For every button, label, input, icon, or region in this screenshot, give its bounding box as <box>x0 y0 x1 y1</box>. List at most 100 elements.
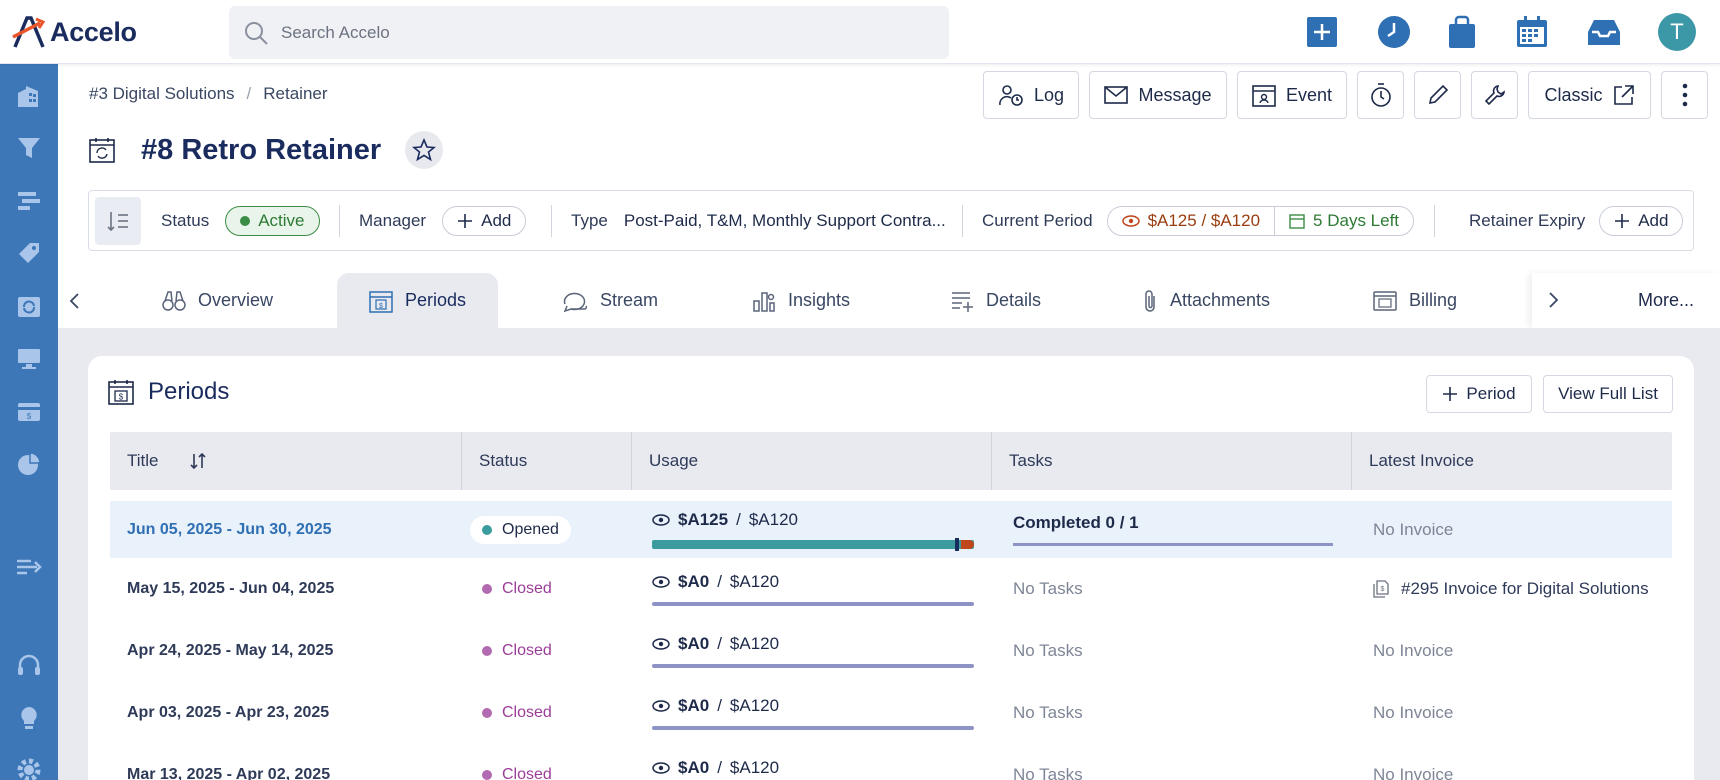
briefcase-icon[interactable] <box>1444 14 1480 50</box>
period-status: Opened <box>470 501 571 558</box>
timer-button[interactable] <box>1357 71 1404 119</box>
usage-limit-marker <box>955 538 959 551</box>
table-row[interactable]: Mar 13, 2025 - Apr 02, 2025 Closed $A0 /… <box>110 744 1672 780</box>
table-row[interactable]: May 15, 2025 - Jun 04, 2025 Closed $A0 /… <box>110 558 1672 620</box>
header-title[interactable]: Title <box>110 432 461 490</box>
add-period-button[interactable]: Period <box>1426 375 1532 413</box>
header-tasks-label: Tasks <box>1009 451 1053 470</box>
status-active-badge[interactable]: Active <box>225 205 320 236</box>
retainer-summary-strip: Status Active Manager Add Type Post-Paid… <box>88 190 1694 251</box>
search-bar[interactable] <box>229 6 949 59</box>
sidebar-sales-funnel-icon[interactable] <box>13 132 45 164</box>
tab-stream[interactable]: Stream <box>562 273 658 328</box>
tab-scroll-left[interactable] <box>68 273 80 328</box>
latest-invoice[interactable]: $ #295 Invoice for Digital Solutions <box>1373 558 1649 620</box>
event-calendar-icon <box>1252 85 1276 107</box>
sidebar-expand-icon[interactable] <box>13 551 45 583</box>
classic-view-button[interactable]: Classic <box>1528 71 1651 119</box>
sidebar-support-icon[interactable] <box>13 650 45 682</box>
tools-button[interactable] <box>1471 71 1518 119</box>
add-period-label: Period <box>1466 384 1516 403</box>
more-options-button[interactable] <box>1661 71 1708 119</box>
accelo-logo-icon <box>12 16 46 48</box>
search-input[interactable] <box>281 22 921 43</box>
period-title[interactable]: Mar 13, 2025 - Apr 02, 2025 <box>127 744 330 780</box>
sidebar-settings-icon[interactable] <box>13 754 45 780</box>
calendar-icon[interactable] <box>1514 14 1550 50</box>
usage-text: $A125 / $A120 <box>652 510 798 530</box>
status-closed-badge: Closed <box>470 699 564 727</box>
sort-icon[interactable] <box>189 452 207 470</box>
table-row[interactable]: Jun 05, 2025 - Jun 30, 2025 Opened $A125… <box>110 501 1672 558</box>
period-title[interactable]: Apr 24, 2025 - May 14, 2025 <box>127 620 333 682</box>
breadcrumb-retainer[interactable]: Retainer <box>263 84 327 104</box>
period-calendar-icon: $ <box>108 380 134 405</box>
period-title[interactable]: May 15, 2025 - Jun 04, 2025 <box>127 558 334 620</box>
latest-invoice-link[interactable]: #295 Invoice for Digital Solutions <box>1401 579 1649 599</box>
vertical-dots-icon <box>1682 83 1687 107</box>
period-days-left: 5 Days Left <box>1274 206 1413 235</box>
period-title[interactable]: Jun 05, 2025 - Jun 30, 2025 <box>127 501 332 558</box>
inbox-icon[interactable] <box>1586 14 1622 50</box>
breadcrumb-company[interactable]: #3 Digital Solutions <box>89 84 235 104</box>
user-avatar[interactable]: T <box>1658 13 1696 51</box>
sidebar-tickets-icon[interactable] <box>13 237 45 269</box>
tab-more-label: More... <box>1637 290 1694 310</box>
view-full-list-button[interactable]: View Full List <box>1543 375 1673 413</box>
period-title[interactable]: Apr 03, 2025 - Apr 23, 2025 <box>127 682 329 744</box>
message-button[interactable]: Message <box>1089 71 1227 119</box>
sidebar-ideas-icon[interactable] <box>13 702 45 734</box>
favorite-button[interactable] <box>405 131 444 169</box>
tab-insights[interactable]: Insights <box>752 273 850 328</box>
sidebar-retainers-icon[interactable] <box>13 290 45 322</box>
tasks-text: Completed 0 / 1 <box>1013 513 1139 532</box>
current-period-pill[interactable]: $A125 / $A120 5 Days Left <box>1106 205 1415 236</box>
add-manager-label: Add <box>481 210 512 230</box>
sidebar-reports-icon[interactable] <box>13 448 45 480</box>
tab-billing[interactable]: Billing <box>1373 273 1457 328</box>
period-status: Closed <box>470 744 564 780</box>
usage-separator: / <box>736 510 741 529</box>
accelo-logo[interactable]: Accelo <box>12 14 137 50</box>
period-tasks: No Tasks <box>1013 765 1083 780</box>
usage-text: $A0 / $A120 <box>652 572 779 592</box>
add-expiry-label: Add <box>1638 210 1669 230</box>
add-icon[interactable] <box>1304 14 1340 50</box>
tab-attachments[interactable]: Attachments <box>1142 273 1270 328</box>
status-text: Closed <box>502 580 552 597</box>
log-label: Log <box>1033 84 1065 105</box>
collapse-strip-button[interactable] <box>95 197 141 245</box>
sidebar-billing-icon[interactable]: $ <box>13 395 45 427</box>
sidebar: $ <box>0 64 58 780</box>
period-days-value: 5 Days Left <box>1313 210 1400 230</box>
period-amount: $A125 / $A120 <box>1108 207 1274 235</box>
log-button[interactable]: Log <box>983 71 1079 119</box>
add-manager-button[interactable]: Add <box>442 205 527 236</box>
status-closed-badge: Closed <box>470 761 564 780</box>
period-usage: $A0 / $A120 <box>652 682 974 744</box>
action-toolbar: Log Message Event Classic <box>983 71 1708 119</box>
sidebar-projects-icon[interactable] <box>13 185 45 217</box>
eye-icon <box>652 700 670 712</box>
tab-details[interactable]: Details <box>950 273 1041 328</box>
tab-more[interactable]: More... <box>1532 273 1720 328</box>
tab-overview[interactable]: Overview <box>162 273 273 328</box>
edit-button[interactable] <box>1414 71 1461 119</box>
clock-icon[interactable] <box>1376 14 1412 50</box>
sidebar-companies-icon[interactable] <box>13 80 45 112</box>
event-button[interactable]: Event <box>1237 71 1347 119</box>
sidebar-assets-icon[interactable] <box>13 342 45 374</box>
eye-icon <box>652 638 670 650</box>
latest-invoice: No Invoice <box>1373 703 1454 722</box>
tab-periods[interactable]: $ Periods <box>337 273 499 328</box>
usage-limit: $A120 <box>729 758 780 777</box>
pencil-icon <box>1428 84 1448 105</box>
chevron-right-icon[interactable] <box>1548 291 1560 309</box>
event-label: Event <box>1285 84 1333 105</box>
table-row[interactable]: Apr 03, 2025 - Apr 23, 2025 Closed $A0 /… <box>110 682 1672 744</box>
add-expiry-button[interactable]: Add <box>1599 205 1684 236</box>
table-row[interactable]: Apr 24, 2025 - May 14, 2025 Closed $A0 /… <box>110 620 1672 682</box>
periods-card-header: $ Periods <box>108 378 229 406</box>
svg-text:$: $ <box>119 393 124 402</box>
plus-icon <box>458 213 473 228</box>
